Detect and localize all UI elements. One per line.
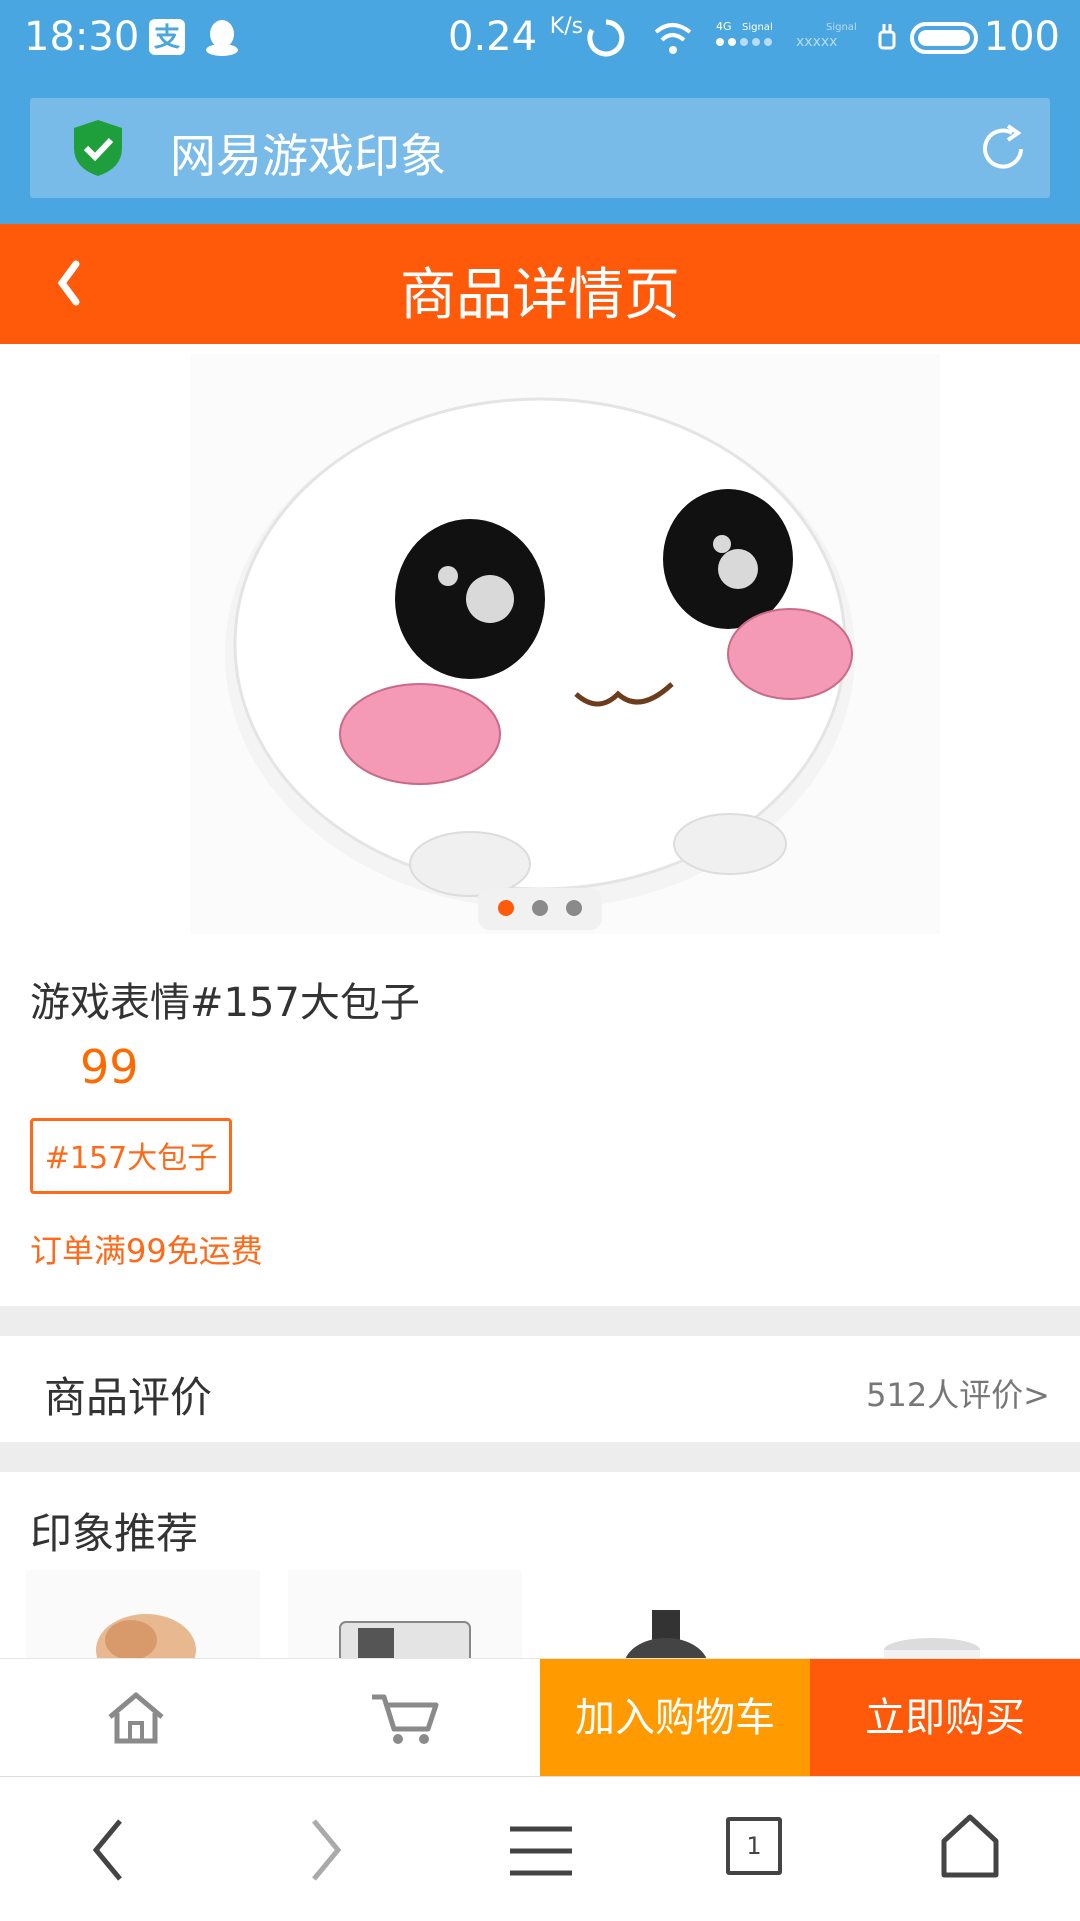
page-header: 商品详情页 [0,224,1080,344]
section-divider [0,1442,1080,1472]
wifi-icon [652,18,694,62]
recommend-item[interactable] [812,1570,1046,1658]
refresh-icon[interactable] [976,122,1030,180]
recommend-item[interactable] [26,1570,260,1658]
sku-option-tag[interactable]: #157大包子 [30,1118,232,1194]
reviews-label: 商品评价 [44,1373,213,1422]
qq-icon [204,18,240,62]
back-icon[interactable] [88,1817,128,1887]
tabs-button[interactable]: 1 [726,1817,782,1875]
signal-label: Signal [826,22,857,33]
cart-icon[interactable] [370,1691,440,1749]
carousel-dot-active[interactable] [498,900,514,916]
network-speed: 0.24 K/s [448,14,584,60]
signal-label: Signal [742,22,773,33]
battery-icon [910,20,980,60]
battery-percent: 100 [983,14,1060,60]
buy-now-button[interactable]: 立即购买 [810,1659,1080,1777]
security-shield-icon [70,118,126,182]
product-image-carousel[interactable] [0,344,1080,944]
status-bar: 18:30 支 0.24 K/s 4G Signal Signal xxxxx 10… [0,0,1080,82]
carousel-indicator [478,888,602,930]
reviews-row[interactable]: 商品评价 512人评价> [0,1336,1080,1442]
recommend-item[interactable] [288,1570,522,1658]
svg-text:4G: 4G [716,20,732,33]
menu-icon[interactable] [508,1823,574,1883]
svg-text:xxxxx: xxxxx [796,34,837,50]
home-icon[interactable] [104,1689,168,1749]
recommend-list [0,1570,1080,1658]
browser-bar: 网易游戏印象 [0,82,1080,224]
signal-sim2-icon: Signal xxxxx [796,20,862,54]
product-price: 99 [80,1040,139,1094]
header-title: 商品详情页 [400,263,680,328]
section-divider [0,1306,1080,1336]
signal-4g-icon: 4G Signal [716,20,786,54]
carousel-dot[interactable] [566,900,582,916]
recommend-item[interactable] [550,1570,784,1658]
address-bar[interactable]: 网易游戏印象 [30,98,1050,198]
recommend-title: 印象推荐 [30,1509,199,1558]
reviews-count-link[interactable]: 512人评价> [866,1370,1050,1416]
charging-icon [876,18,898,62]
add-to-cart-button[interactable]: 加入购物车 [540,1659,810,1777]
status-time: 18:30 [24,14,140,60]
product-photo [190,354,940,934]
page-title: 网易游戏印象 [170,129,446,183]
browser-home-icon[interactable] [940,1813,1000,1883]
alipay-icon: 支 [148,18,186,60]
browser-nav-bar: 1 [0,1776,1080,1921]
action-bar: 加入购物车 立即购买 [0,1658,1080,1777]
svg-text:支: 支 [154,23,180,53]
forward-icon[interactable] [306,1817,346,1887]
sync-icon [586,18,626,62]
product-name: 游戏表情#157大包子 [30,980,420,1026]
carousel-dot[interactable] [532,900,548,916]
shipping-note: 订单满99免运费 [30,1232,263,1270]
